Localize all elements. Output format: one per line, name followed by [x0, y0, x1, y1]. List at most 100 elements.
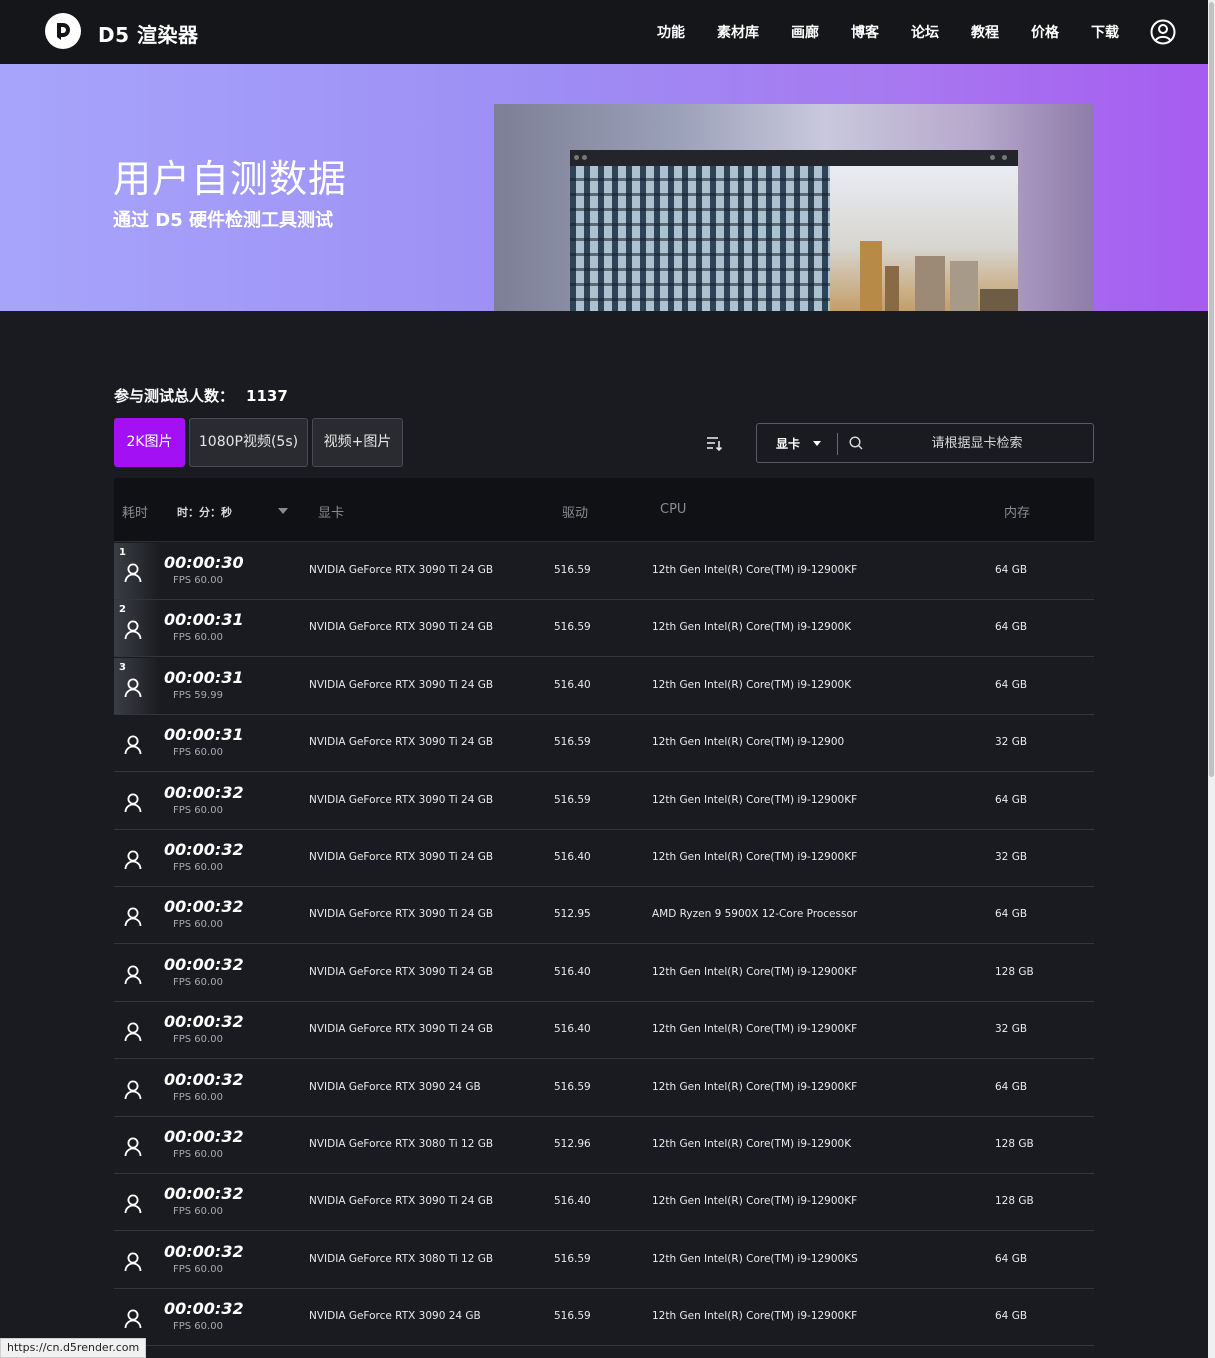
gpu-name: NVIDIA GeForce RTX 3090 Ti 24 GB: [309, 564, 494, 576]
user-avatar-icon: [124, 1137, 142, 1157]
results-table-header: 耗时 时：分：秒 显卡 驱动 CPU 内存: [114, 478, 1094, 542]
table-row[interactable]: 3 00:00:31 FPS 59.99 NVIDIA GeForce RTX 309…: [114, 658, 1094, 715]
gpu-search-box: 显卡: [756, 423, 1094, 463]
table-row[interactable]: 00:00:32 FPS 60.00 NVIDIA GeForce RTX 3090…: [114, 945, 1094, 1002]
gpu-name: NVIDIA GeForce RTX 3090 Ti 24 GB: [309, 908, 494, 920]
tab-1080p-video[interactable]: 1080P视频(5s): [189, 418, 308, 467]
gpu-name: NVIDIA GeForce RTX 3090 Ti 24 GB: [309, 1195, 494, 1207]
table-row[interactable]: 00:00:32 FPS 60.00 NVIDIA GeForce RTX 3090…: [114, 830, 1094, 887]
gpu-name: NVIDIA GeForce RTX 3090 Ti 24 GB: [309, 621, 494, 633]
fps-value: FPS 60.00: [173, 747, 223, 758]
fps-value: FPS 60.00: [173, 919, 223, 930]
user-avatar-icon: [124, 1252, 142, 1272]
ram-size: 64 GB: [995, 908, 1028, 920]
table-row[interactable]: 00:00:32 FPS 60.00 NVIDIA GeForce RTX 3090…: [114, 1174, 1094, 1231]
app-preview: [570, 150, 1018, 311]
ram-size: 128 GB: [995, 966, 1034, 978]
total-participants: 参与测试总人数： 1137: [114, 385, 288, 406]
fps-value: FPS 60.00: [173, 1206, 223, 1217]
nav-link-features[interactable]: 功能: [657, 22, 685, 42]
table-row[interactable]: 2 00:00:31 FPS 60.00 NVIDIA GeForce RTX 309…: [114, 600, 1094, 657]
hero-title: 用户自测数据: [113, 157, 348, 201]
gpu-name: NVIDIA GeForce RTX 3090 Ti 24 GB: [309, 1023, 494, 1035]
tower-shape: [980, 289, 1018, 311]
driver-version: 516.40: [554, 1195, 591, 1207]
driver-version: 516.59: [554, 621, 591, 633]
table-row[interactable]: 00:00:32 FPS 60.00 NVIDIA GeForce RTX 3090…: [114, 1060, 1094, 1117]
cpu-name: 12th Gen Intel(R) Core(TM) i9-12900K: [652, 679, 852, 691]
render-time: 00:00:31: [164, 725, 244, 744]
chevron-down-icon[interactable]: [813, 441, 821, 446]
tab-2k-image[interactable]: 2K图片: [114, 418, 185, 467]
driver-version: 516.40: [554, 851, 591, 863]
ram-size: 64 GB: [995, 1310, 1028, 1322]
sort-icon[interactable]: [705, 434, 723, 452]
fps-value: FPS 60.00: [173, 1321, 223, 1332]
scrollbar-thumb[interactable]: [1209, 2, 1214, 777]
gpu-name: NVIDIA GeForce RTX 3090 Ti 24 GB: [309, 851, 494, 863]
driver-version: 516.59: [554, 736, 591, 748]
render-viewport: [570, 166, 1018, 311]
driver-version: 512.95: [554, 908, 591, 920]
ram-size: 64 GB: [995, 621, 1028, 633]
table-row[interactable]: 1 00:00:30 FPS 60.00 NVIDIA GeForce RTX 309…: [114, 543, 1094, 600]
table-row[interactable]: 00:00:32 FPS 60.00 NVIDIA GeForce RTX 3080…: [114, 1117, 1094, 1174]
cpu-name: 12th Gen Intel(R) Core(TM) i9-12900KF: [652, 851, 858, 863]
d5-logo-icon[interactable]: [45, 13, 81, 49]
preview-dot-icon: [990, 155, 995, 160]
table-row[interactable]: 00:00:32 FPS 60.00 NVIDIA GeForce RTX 3090…: [114, 887, 1094, 944]
chevron-down-icon[interactable]: [278, 508, 288, 514]
render-time: 00:00:32: [164, 1127, 244, 1146]
total-value: 1137: [246, 387, 288, 405]
search-type-select[interactable]: 显卡: [776, 435, 800, 452]
cpu-name: 12th Gen Intel(R) Core(TM) i9-12900KF: [652, 1195, 858, 1207]
user-account-icon[interactable]: [1150, 19, 1176, 45]
nav-link-pricing[interactable]: 价格: [1031, 22, 1059, 42]
ram-size: 64 GB: [995, 1081, 1028, 1093]
status-url: https://cn.d5render.com: [0, 1338, 147, 1358]
nav-link-blog[interactable]: 博客: [851, 22, 879, 42]
driver-version: 516.59: [554, 794, 591, 806]
render-time: 00:00:32: [164, 1070, 244, 1089]
search-divider: [837, 433, 838, 455]
driver-version: 516.40: [554, 966, 591, 978]
table-row[interactable]: 00:00:32 FPS 60.00 NVIDIA GeForce RTX 3080…: [114, 1232, 1094, 1289]
nav-link-assets[interactable]: 素材库: [717, 22, 759, 42]
nav-link-download[interactable]: 下载: [1091, 22, 1119, 42]
rank-number: 3: [119, 662, 126, 673]
user-avatar-icon: [124, 1194, 142, 1214]
render-time: 00:00:32: [164, 1242, 244, 1261]
brand-name[interactable]: D5 渲染器: [98, 19, 198, 48]
header-time-format[interactable]: 时：分：秒: [177, 504, 232, 520]
scrollbar[interactable]: [1208, 0, 1215, 1358]
render-time: 00:00:32: [164, 1184, 244, 1203]
rank-number: 1: [119, 547, 126, 558]
nav-link-gallery[interactable]: 画廊: [791, 22, 819, 42]
fps-value: FPS 60.00: [173, 1034, 223, 1045]
search-icon[interactable]: [849, 436, 863, 450]
gpu-search-input[interactable]: [877, 430, 1077, 456]
gpu-name: NVIDIA GeForce RTX 3090 Ti 24 GB: [309, 966, 494, 978]
ram-size: 128 GB: [995, 1138, 1034, 1150]
driver-version: 516.59: [554, 1253, 591, 1265]
nav-link-tutorials[interactable]: 教程: [971, 22, 999, 42]
table-row[interactable]: 00:00:31 FPS 60.00 NVIDIA GeForce RTX 3090…: [114, 715, 1094, 772]
hero-subtitle: 通过 D5 硬件检测工具测试: [113, 210, 333, 231]
render-time: 00:00:31: [164, 610, 244, 629]
glass-building-floors: [570, 166, 830, 311]
table-row[interactable]: 00:00:32 FPS 60.00 NVIDIA GeForce RTX 3090…: [114, 773, 1094, 830]
ram-size: 64 GB: [995, 794, 1028, 806]
render-time: 00:00:32: [164, 1012, 244, 1031]
header-cpu: CPU: [660, 502, 687, 517]
ram-size: 32 GB: [995, 851, 1028, 863]
preview-dot-icon: [574, 155, 579, 160]
driver-version: 516.59: [554, 564, 591, 576]
cpu-name: 12th Gen Intel(R) Core(TM) i9-12900KF: [652, 966, 858, 978]
tab-video-image[interactable]: 视频+图片: [312, 418, 403, 467]
table-row[interactable]: 00:00:32 FPS 60.00 NVIDIA GeForce RTX 3090…: [114, 1002, 1094, 1059]
nav-link-forum[interactable]: 论坛: [911, 22, 939, 42]
ram-size: 64 GB: [995, 1253, 1028, 1265]
table-row[interactable]: 00:00:32 FPS 60.00 NVIDIA GeForce RTX 3090…: [114, 1289, 1094, 1346]
fps-value: FPS 60.00: [173, 1092, 223, 1103]
header-driver: 驱动: [562, 506, 589, 521]
